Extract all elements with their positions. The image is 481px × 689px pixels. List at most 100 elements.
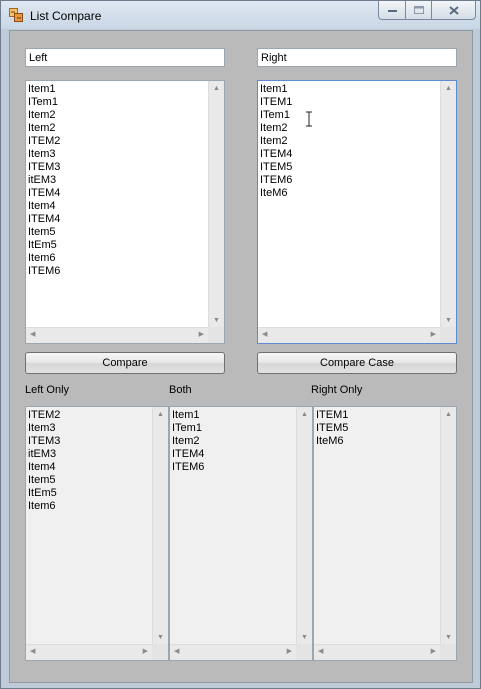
scroll-up-icon[interactable]: ▲ [445, 85, 452, 93]
scroll-down-icon[interactable]: ▼ [445, 634, 452, 642]
left-list-items: Item1 ITem1 Item2 Item2 ITEM2 Item3 ITEM3 itEM3… [28, 83, 60, 278]
right-list-items: Item1 ITEM1 ITem1 Item2 Item2 ITEM4 ITEM5 ITEM6… [260, 83, 292, 200]
scroll-up-icon[interactable]: ▲ [157, 411, 164, 419]
left-only-list-items: ITEM2 Item3 ITEM3 itEM3 Item4 Item5 ItEm5 Item6 [28, 409, 60, 513]
list-item[interactable]: ITEM2 [28, 135, 60, 148]
scroll-right-icon[interactable]: ▶ [431, 331, 436, 339]
close-icon [448, 5, 459, 15]
right-only-label: Right Only [311, 384, 363, 396]
list-item[interactable]: Item2 [172, 435, 204, 448]
scroll-down-icon[interactable]: ▼ [445, 317, 452, 325]
both-hscroll[interactable]: ◀ ▶ [170, 644, 296, 660]
close-button[interactable] [432, 1, 476, 20]
list-item[interactable]: ITEM5 [260, 161, 292, 174]
list-item[interactable]: ITEM2 [28, 409, 60, 422]
compare-case-button[interactable]: Compare Case [257, 352, 457, 374]
both-list[interactable]: Item1 ITem1 Item2 ITEM4 ITEM6 ▲ ▼ ◀ ▶ [169, 406, 313, 661]
scroll-up-icon[interactable]: ▲ [213, 85, 220, 93]
right-list[interactable]: Item1 ITEM1 ITem1 Item2 Item2 ITEM4 ITEM5 ITEM6… [257, 80, 457, 344]
list-item[interactable]: Item6 [28, 252, 60, 265]
scroll-right-icon[interactable]: ▶ [199, 331, 204, 339]
right-only-hscroll[interactable]: ◀ ▶ [314, 644, 440, 660]
scroll-up-icon[interactable]: ▲ [301, 411, 308, 419]
list-compare-app-icon [9, 8, 23, 22]
list-item[interactable]: ITEM4 [172, 448, 204, 461]
right-list-vscroll[interactable]: ▲ ▼ [440, 81, 456, 329]
list-item[interactable]: ITEM1 [260, 96, 292, 109]
text-cursor-icon [306, 111, 312, 127]
left-only-hscroll[interactable]: ◀ ▶ [26, 644, 152, 660]
left-only-vscroll[interactable]: ▲ ▼ [152, 407, 168, 646]
scroll-left-icon[interactable]: ◀ [30, 331, 35, 339]
left-list-hscroll[interactable]: ◀ ▶ [26, 327, 208, 343]
minimize-icon [387, 10, 397, 12]
left-list-vscroll[interactable]: ▲ ▼ [208, 81, 224, 329]
scroll-left-icon[interactable]: ◀ [174, 648, 179, 656]
list-item[interactable]: Item3 [28, 422, 60, 435]
scroll-left-icon[interactable]: ◀ [30, 648, 35, 656]
right-only-list-items: ITEM1 ITEM5 IteM6 [316, 409, 348, 448]
list-item[interactable]: Item4 [28, 200, 60, 213]
minimize-button[interactable] [378, 1, 406, 20]
list-item[interactable]: Item4 [28, 461, 60, 474]
scroll-down-icon[interactable]: ▼ [213, 317, 220, 325]
list-item[interactable]: itEM3 [28, 448, 60, 461]
list-item[interactable]: ITEM4 [260, 148, 292, 161]
list-item[interactable]: Item5 [28, 474, 60, 487]
list-item[interactable]: Item1 [260, 83, 292, 96]
list-item[interactable]: ITEM3 [28, 435, 60, 448]
right-only-list[interactable]: ITEM1 ITEM5 IteM6 ▲ ▼ ◀ ▶ [313, 406, 457, 661]
list-item[interactable]: ITem1 [172, 422, 204, 435]
list-item[interactable]: Item2 [28, 109, 60, 122]
list-item[interactable]: Item2 [260, 122, 292, 135]
list-item[interactable]: Item2 [260, 135, 292, 148]
scroll-right-icon[interactable]: ▶ [287, 648, 292, 656]
scroll-down-icon[interactable]: ▼ [157, 634, 164, 642]
scroll-left-icon[interactable]: ◀ [262, 331, 267, 339]
maximize-button[interactable] [406, 1, 432, 20]
list-item[interactable]: IteM6 [260, 187, 292, 200]
left-name-input[interactable]: Left [25, 48, 225, 67]
right-name-input[interactable]: Right [257, 48, 457, 67]
list-item[interactable]: Item1 [172, 409, 204, 422]
list-item[interactable]: Item5 [28, 226, 60, 239]
list-item[interactable]: ITEM1 [316, 409, 348, 422]
list-item[interactable]: ITEM4 [28, 213, 60, 226]
right-only-vscroll[interactable]: ▲ ▼ [440, 407, 456, 646]
list-item[interactable]: ITEM4 [28, 187, 60, 200]
list-item[interactable]: ItEm5 [28, 239, 60, 252]
list-item[interactable]: Item1 [28, 83, 60, 96]
list-item[interactable]: Item3 [28, 148, 60, 161]
list-item[interactable]: ITem1 [28, 96, 60, 109]
list-item[interactable]: ITEM6 [28, 265, 60, 278]
scroll-right-icon[interactable]: ▶ [143, 648, 148, 656]
scroll-up-icon[interactable]: ▲ [445, 411, 452, 419]
list-item[interactable]: Item6 [28, 500, 60, 513]
compare-button[interactable]: Compare [25, 352, 225, 374]
list-item[interactable]: ITEM6 [260, 174, 292, 187]
both-vscroll[interactable]: ▲ ▼ [296, 407, 312, 646]
scroll-corner [152, 644, 168, 660]
window-title: List Compare [30, 9, 102, 23]
list-item[interactable]: ItEm5 [28, 487, 60, 500]
right-list-hscroll[interactable]: ◀ ▶ [258, 327, 440, 343]
both-list-items: Item1 ITem1 Item2 ITEM4 ITEM6 [172, 409, 204, 474]
caption-buttons [378, 1, 476, 20]
title-bar[interactable]: List Compare [1, 1, 480, 29]
left-list[interactable]: Item1 ITem1 Item2 Item2 ITEM2 Item3 ITEM3 itEM3… [25, 80, 225, 344]
scroll-left-icon[interactable]: ◀ [318, 648, 323, 656]
list-item[interactable]: ITem1 [260, 109, 292, 122]
list-item[interactable]: ITEM6 [172, 461, 204, 474]
left-only-label: Left Only [25, 384, 70, 396]
scroll-right-icon[interactable]: ▶ [431, 648, 436, 656]
left-only-list[interactable]: ITEM2 Item3 ITEM3 itEM3 Item4 Item5 ItEm5 Item6… [25, 406, 169, 661]
app-window: List Compare Left Right Item1 ITem1 Item2 I… [0, 0, 481, 689]
list-item[interactable]: Item2 [28, 122, 60, 135]
list-item[interactable]: itEM3 [28, 174, 60, 187]
list-item[interactable]: IteM6 [316, 435, 348, 448]
both-label: Both [169, 384, 192, 396]
scroll-down-icon[interactable]: ▼ [301, 634, 308, 642]
scroll-corner [296, 644, 312, 660]
list-item[interactable]: ITEM3 [28, 161, 60, 174]
list-item[interactable]: ITEM5 [316, 422, 348, 435]
